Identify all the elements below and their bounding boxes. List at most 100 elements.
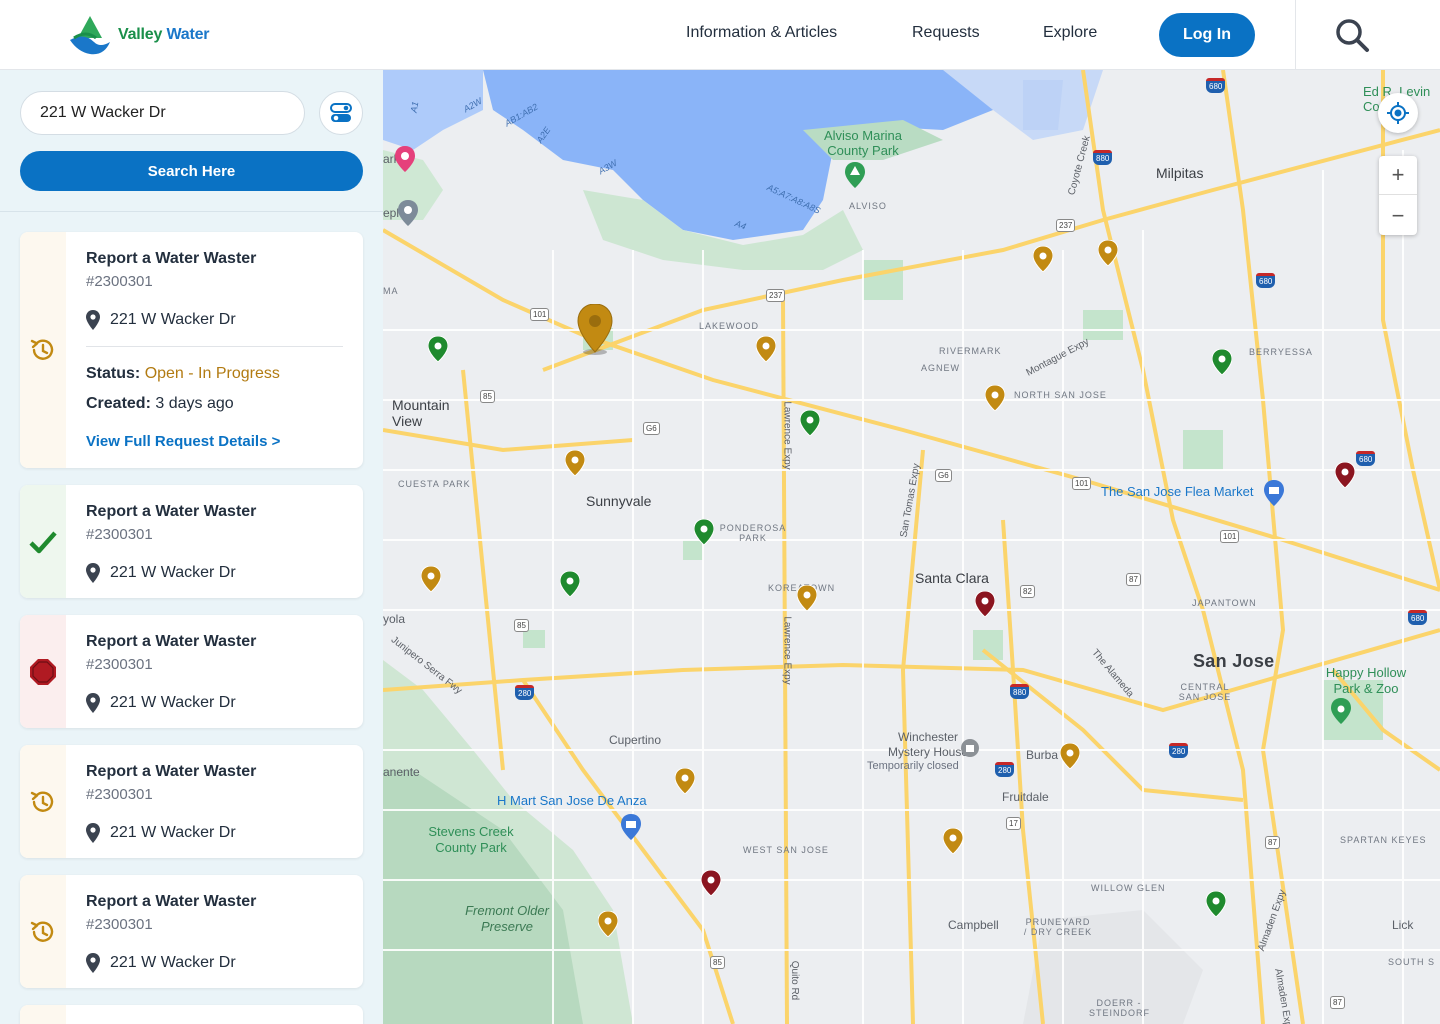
search-icon[interactable] <box>1334 17 1370 53</box>
request-marker-done-icon[interactable] <box>800 410 820 436</box>
map-label-rivermark: RIVERMARK <box>939 346 1002 356</box>
request-marker-in-progress-icon[interactable] <box>421 566 441 592</box>
request-marker-done-icon[interactable] <box>428 336 448 362</box>
status-strip <box>20 232 66 468</box>
request-marker-in-progress-icon[interactable] <box>797 585 817 611</box>
map-label-a1: A1 <box>408 100 421 114</box>
map-label-quito: Quito Rd <box>789 960 801 1001</box>
request-title: Report a Water Waster <box>86 250 257 267</box>
nav-requests[interactable]: Requests <box>912 24 980 42</box>
map-label-burba: Burba <box>1026 748 1059 762</box>
zoo-marker-icon[interactable] <box>1331 698 1351 724</box>
map-label-alviso-park: Alviso Marina County Park <box>823 128 903 158</box>
shield-237: 237 <box>1056 219 1076 232</box>
address-text: 221 W Wacker Dr <box>110 311 236 328</box>
shopping-marker-icon[interactable] <box>1264 480 1284 506</box>
pin-icon <box>86 563 100 583</box>
map-label-sunnyvale: Sunnyvale <box>586 493 652 509</box>
search-panel: Search Here <box>0 70 383 212</box>
map-label-hmart[interactable]: H Mart San Jose De Anza <box>497 793 647 808</box>
map-label-lawrence1: Lawrence Expy <box>781 401 793 470</box>
request-card[interactable]: Report a Water Waster #2300301 221 W Wac… <box>20 615 363 728</box>
zoom-controls: + − <box>1379 156 1417 235</box>
zoom-in-button[interactable]: + <box>1379 156 1417 195</box>
map-label-berryessa: BERRYESSA <box>1249 347 1313 357</box>
valley-water-logo[interactable]: Valley Water <box>68 14 210 56</box>
request-marker-in-progress-icon[interactable] <box>598 911 618 937</box>
search-here-button[interactable]: Search Here <box>20 151 363 191</box>
map-base-layer <box>383 70 1440 1024</box>
map-label-happy-hollow[interactable]: Happy Hollow Park & Zoo <box>1316 665 1416 697</box>
request-card[interactable]: Report a Water Waster #2300301 221 W Wac… <box>20 232 363 468</box>
request-marker-in-progress-icon[interactable] <box>943 828 963 854</box>
nav-information-articles[interactable]: Information & Articles <box>686 24 837 42</box>
request-marker-done-icon[interactable] <box>1212 349 1232 375</box>
request-marker-stopped-icon[interactable] <box>975 591 995 617</box>
shopping-marker-icon[interactable] <box>621 814 641 840</box>
request-marker-done-icon[interactable] <box>560 571 580 597</box>
map-label-fruitdale: Fruitdale <box>1002 790 1049 804</box>
request-status: Status: Open - In Progress <box>86 365 280 382</box>
request-marker-in-progress-icon[interactable] <box>756 336 776 362</box>
pink-place-marker-icon[interactable] <box>395 146 415 172</box>
request-marker-in-progress-icon[interactable] <box>1033 246 1053 272</box>
request-id: #2300301 <box>86 526 153 543</box>
request-marker-stopped-icon[interactable] <box>1335 462 1355 488</box>
request-card[interactable] <box>20 1005 363 1024</box>
shield-85: 85 <box>480 390 495 403</box>
map-label-yola: yola <box>383 612 406 626</box>
selected-request-marker-icon[interactable] <box>577 304 613 356</box>
request-id: #2300301 <box>86 786 153 803</box>
request-marker-in-progress-icon[interactable] <box>985 385 1005 411</box>
locate-me-button[interactable] <box>1378 93 1418 133</box>
map-label-fremont-older[interactable]: Fremont Older Preserve <box>457 903 557 935</box>
request-marker-done-icon[interactable] <box>1206 891 1226 917</box>
address-search-input[interactable] <box>20 91 305 135</box>
shield-87: 87 <box>1126 573 1141 586</box>
map-label-san-jose: San Jose <box>1193 651 1275 671</box>
map-label-flea-market[interactable]: The San Jose Flea Market <box>1101 484 1253 499</box>
request-marker-stopped-icon[interactable] <box>701 870 721 896</box>
requests-map[interactable]: Milpitas Alviso Marina County Park ALVIS… <box>383 70 1440 1024</box>
map-label-willow-glen: WILLOW GLEN <box>1091 883 1166 893</box>
shield-85: 85 <box>710 956 725 969</box>
shield-17: 17 <box>1006 817 1021 830</box>
request-id: #2300301 <box>86 273 153 290</box>
request-marker-in-progress-icon[interactable] <box>1098 240 1118 266</box>
map-label-mountain-view: Mountain View <box>392 397 450 429</box>
filter-toggle-button[interactable] <box>319 91 363 135</box>
map-label-lawrence2: Lawrence Expy <box>781 616 793 685</box>
card-divider <box>86 346 343 347</box>
landmark-marker-icon[interactable] <box>960 738 980 764</box>
pin-icon <box>86 823 100 843</box>
shield-g6: G6 <box>643 422 660 435</box>
stop-sign-icon <box>30 658 56 685</box>
nav-explore[interactable]: Explore <box>1043 24 1097 42</box>
brand-name: Valley Water <box>118 26 210 43</box>
zoom-out-button[interactable]: − <box>1379 196 1417 235</box>
grey-place-marker-icon[interactable] <box>398 200 418 226</box>
request-marker-in-progress-icon[interactable] <box>675 768 695 794</box>
login-button[interactable]: Log In <box>1159 13 1255 57</box>
request-card[interactable]: Report a Water Waster #2300301 221 W Wac… <box>20 875 363 988</box>
map-label-ponderosa-park: PONDEROSA PARK <box>719 523 787 543</box>
request-marker-done-icon[interactable] <box>694 519 714 545</box>
toggle-icon <box>330 103 352 122</box>
view-details-link[interactable]: View Full Request Details > <box>86 433 280 450</box>
request-address: 221 W Wacker Dr <box>86 823 236 843</box>
history-icon <box>30 791 54 812</box>
map-label-milpitas: Milpitas <box>1156 165 1204 181</box>
map-label-agnew: AGNEW <box>921 363 961 373</box>
map-label-south: SOUTH S <box>1388 957 1436 967</box>
park-marker-icon[interactable] <box>845 162 865 188</box>
request-card[interactable]: Report a Water Waster #2300301 221 W Wac… <box>20 745 363 858</box>
request-marker-in-progress-icon[interactable] <box>1060 743 1080 769</box>
map-label-temporarily-closed: Temporarily closed <box>867 760 959 772</box>
status-value: Open - In Progress <box>144 365 280 382</box>
request-card[interactable]: Report a Water Waster #2300301 221 W Wac… <box>20 485 363 598</box>
shield-880: 880 <box>1093 150 1113 165</box>
request-address: 221 W Wacker Dr <box>86 693 236 713</box>
map-label-doerr: DOERR - STEINDORF <box>1089 998 1151 1018</box>
request-marker-in-progress-icon[interactable] <box>565 450 585 476</box>
map-label-stevens-creek[interactable]: Stevens Creek County Park <box>421 824 521 856</box>
